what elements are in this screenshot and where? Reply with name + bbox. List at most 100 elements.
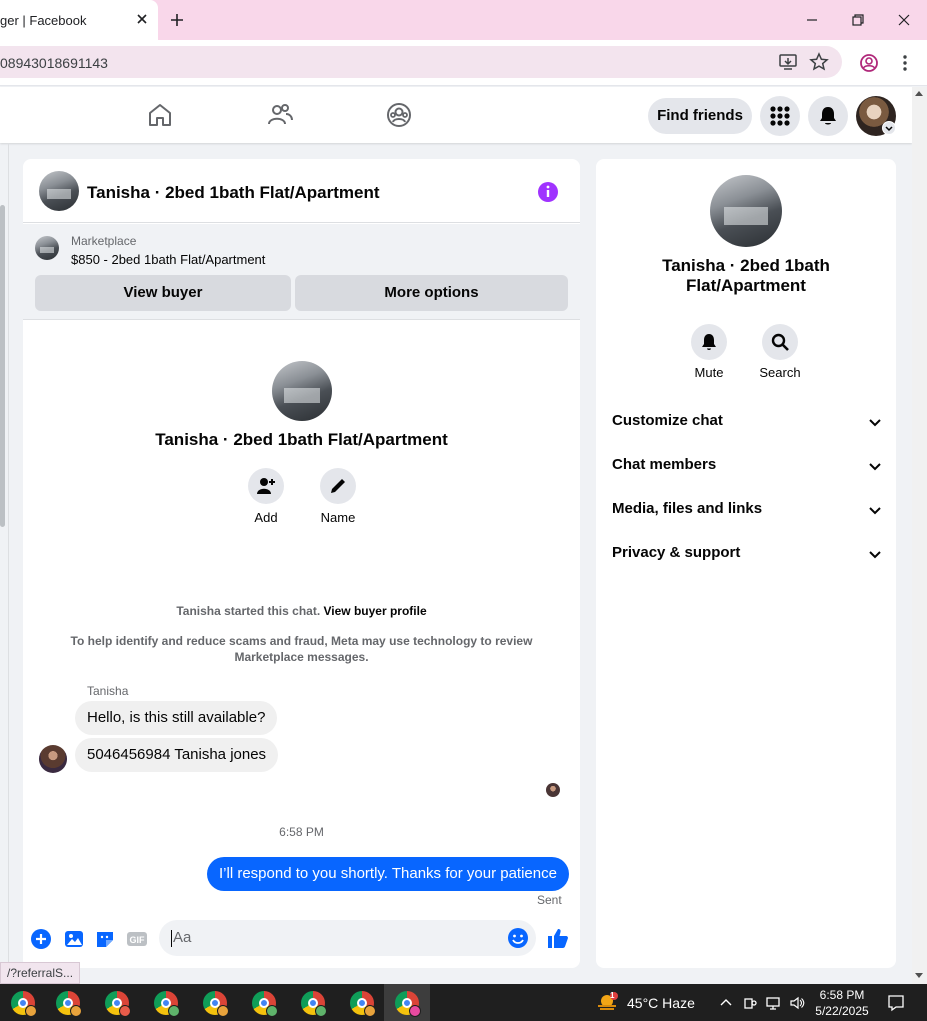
taskbar-chrome-window[interactable]	[241, 984, 287, 1021]
chevron-down-icon	[869, 419, 881, 427]
bell-icon	[702, 334, 716, 350]
customize-chat-section[interactable]: Customize chat	[612, 412, 882, 436]
chat-title[interactable]: Tanisha · 2bed 1bath Flat/Apartment	[87, 183, 380, 203]
profile-badge-icon	[25, 1005, 37, 1017]
weather-haze-icon[interactable]	[596, 992, 618, 1012]
address-bar[interactable]: 08943018691143	[0, 46, 842, 78]
chevron-down-icon	[869, 551, 881, 559]
section-label: Chat members	[612, 456, 717, 473]
weather-text[interactable]: 45°C Haze	[627, 995, 695, 1011]
home-icon[interactable]	[146, 101, 174, 129]
taskbar-chrome-window[interactable]	[290, 984, 336, 1021]
profile-badge-icon	[315, 1005, 327, 1017]
privacy-support-section[interactable]: Privacy & support	[612, 544, 882, 568]
volume-icon[interactable]	[789, 995, 805, 1011]
page-scrollbar[interactable]	[912, 87, 927, 984]
plus-actions-icon[interactable]	[30, 928, 52, 950]
link-status-bubble: /?referralS...	[0, 962, 81, 984]
new-tab-icon[interactable]	[168, 11, 186, 29]
add-person-icon	[257, 478, 275, 494]
text-caret	[171, 930, 172, 947]
message-input-placeholder: Aa	[173, 929, 192, 946]
sender-name: Tanisha	[87, 684, 129, 698]
profile-badge-icon	[409, 1005, 421, 1017]
marketplace-listing-bar: Marketplace $850 - 2bed 1bath Flat/Apart…	[23, 224, 580, 320]
windows-taskbar: 1 45°C Haze 6:58 PM 5/22/2025	[0, 984, 927, 1021]
incoming-message[interactable]: Hello, is this still available?	[75, 701, 278, 735]
chat-header: Tanisha · 2bed 1bath Flat/Apartment	[23, 159, 580, 223]
taskbar-chrome-window[interactable]	[339, 984, 385, 1021]
info-icon[interactable]	[537, 181, 559, 203]
clock-time: 6:58 PM	[819, 988, 865, 1002]
chat-members-section[interactable]: Chat members	[612, 456, 882, 480]
name-label: Name	[320, 510, 356, 525]
add-button[interactable]	[248, 468, 284, 504]
emoji-icon[interactable]	[507, 927, 529, 949]
left-panel-scrollbar[interactable]	[0, 205, 5, 527]
scroll-down-icon[interactable]	[915, 973, 923, 978]
attach-photo-icon[interactable]	[63, 928, 85, 950]
minimize-icon[interactable]	[802, 10, 822, 30]
taskbar-chrome-window[interactable]	[45, 984, 91, 1021]
groups-icon[interactable]	[385, 101, 413, 129]
taskbar-chrome-window[interactable]	[143, 984, 189, 1021]
taskbar-chrome-window-active[interactable]	[384, 984, 430, 1021]
friends-icon[interactable]	[266, 101, 294, 129]
menu-grid-icon	[770, 106, 790, 126]
taskbar-chrome-window[interactable]	[0, 984, 46, 1021]
media-files-links-section[interactable]: Media, files and links	[612, 500, 882, 524]
conversation-center-title: Tanisha · 2bed 1bath Flat/Apartment	[155, 430, 448, 449]
add-label: Add	[254, 510, 278, 525]
browser-menu-icon[interactable]	[895, 53, 915, 73]
close-window-icon[interactable]	[894, 10, 914, 30]
outgoing-message[interactable]: I’ll respond to you shortly. Thanks for …	[207, 857, 569, 891]
profile-badge-icon	[119, 1005, 131, 1017]
gif-icon[interactable]: GIF	[126, 928, 148, 950]
device-icon[interactable]	[742, 995, 758, 1011]
taskbar-clock[interactable]: 6:58 PM 5/22/2025	[812, 987, 872, 1019]
incoming-message[interactable]: 5046456984 Tanisha jones	[75, 738, 279, 772]
show-hidden-icons-icon[interactable]	[718, 995, 734, 1011]
profile-badge-icon	[168, 1005, 180, 1017]
clock-date: 5/22/2025	[815, 1004, 869, 1018]
profile-badge-icon	[70, 1005, 82, 1017]
listing-avatar[interactable]	[39, 171, 79, 211]
message-timestamp: 6:58 PM	[279, 825, 324, 839]
mute-button[interactable]	[691, 324, 727, 360]
sender-avatar[interactable]	[39, 745, 67, 773]
bookmark-star-icon[interactable]	[809, 52, 829, 72]
search-button[interactable]	[762, 324, 798, 360]
conversation-avatar-large	[272, 361, 332, 421]
message-input[interactable]: Aa	[159, 920, 536, 956]
view-buyer-button[interactable]: View buyer	[35, 275, 291, 311]
profile-icon[interactable]	[859, 53, 879, 73]
taskbar-chrome-window[interactable]	[94, 984, 140, 1021]
name-button[interactable]	[320, 468, 356, 504]
notifications-bell-icon	[820, 107, 836, 125]
menu-grid-button[interactable]	[760, 96, 800, 136]
svg-text:GIF: GIF	[130, 935, 146, 945]
search-icon	[771, 333, 789, 351]
find-friends-button[interactable]: Find friends	[648, 98, 752, 134]
more-options-button[interactable]: More options	[295, 275, 568, 311]
left-panel-divider	[8, 143, 9, 984]
like-thumb-icon[interactable]	[546, 926, 570, 950]
profile-badge-icon	[364, 1005, 376, 1017]
listing-price-title[interactable]: $850 - 2bed 1bath Flat/Apartment	[71, 252, 265, 267]
notifications-button[interactable]	[808, 96, 848, 136]
notification-center-icon[interactable]	[887, 994, 905, 1012]
account-chevron-icon[interactable]	[882, 121, 896, 135]
taskbar-chrome-window[interactable]	[192, 984, 238, 1021]
details-title-line-1: Tanisha · 2bed 1bath	[662, 256, 830, 275]
sticker-icon[interactable]	[94, 928, 116, 950]
restore-icon[interactable]	[848, 10, 868, 30]
seen-indicator-avatar	[546, 783, 560, 797]
details-title: Tanisha · 2bed 1bath Flat/Apartment	[596, 256, 896, 296]
browser-tab[interactable]: ger | Facebook	[0, 0, 158, 40]
browser-tab-strip: ger | Facebook	[0, 0, 927, 40]
view-buyer-profile-link[interactable]: View buyer profile	[324, 604, 427, 618]
network-icon[interactable]	[765, 995, 781, 1011]
scroll-up-icon[interactable]	[915, 91, 923, 96]
install-app-icon[interactable]	[778, 52, 798, 72]
tab-close-icon[interactable]	[134, 11, 150, 27]
